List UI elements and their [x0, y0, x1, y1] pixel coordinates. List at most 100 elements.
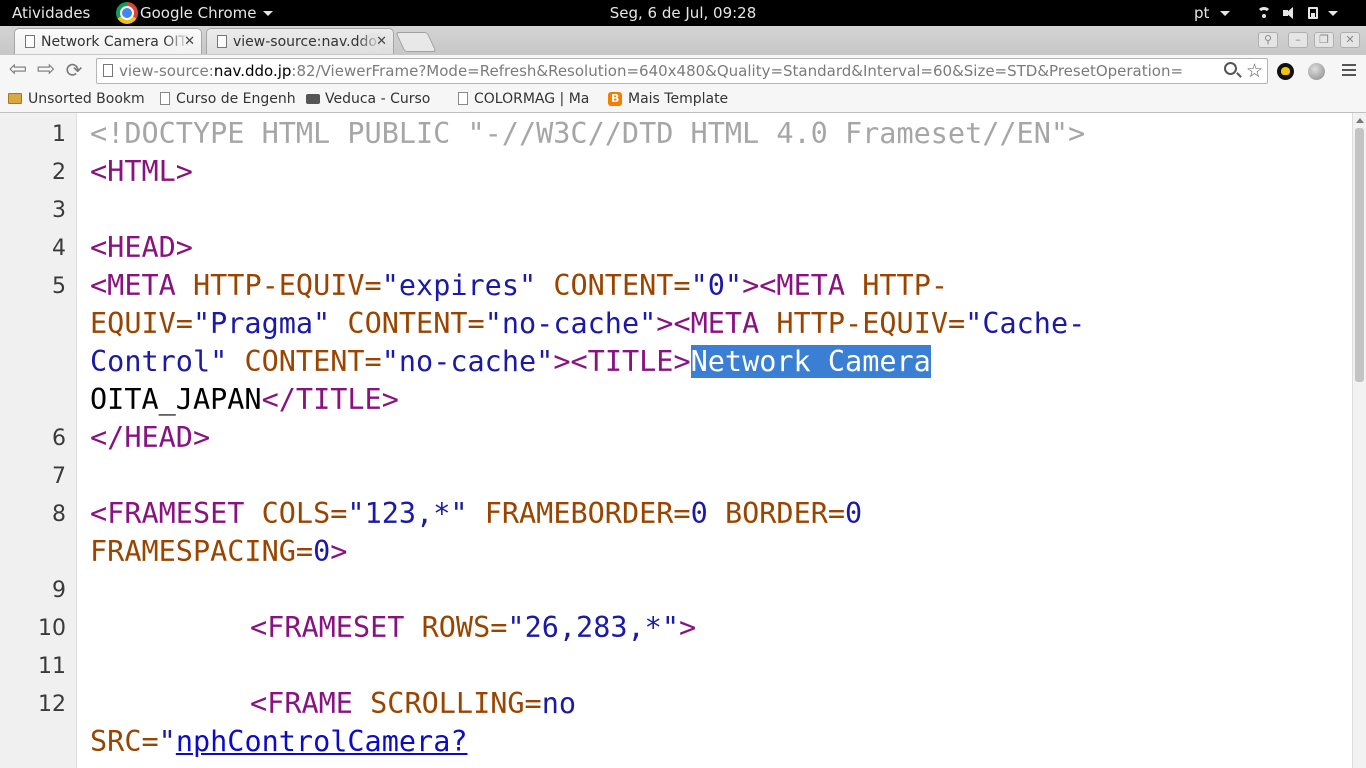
line-number: 8: [52, 502, 66, 527]
source-line: <HEAD>: [90, 229, 193, 267]
line-number-gutter: 1 2 3 4 5 6 7 8 9 10 11 12: [0, 113, 77, 768]
chevron-down-icon: [262, 10, 273, 16]
title-tag: <TITLE>: [570, 345, 691, 378]
forward-button[interactable]: ⇨: [34, 59, 58, 83]
selected-text[interactable]: Network Camera: [690, 345, 931, 378]
profile-icon[interactable]: ⚲: [1258, 32, 1278, 48]
close-tab-icon[interactable]: ✕: [184, 33, 195, 51]
bookmark-label: Unsorted Bookm: [28, 91, 145, 107]
bookmark-veduca[interactable]: Veduca - Curso: [306, 87, 442, 113]
system-tray[interactable]: [1256, 0, 1338, 26]
url-host: nav.ddo.jp: [213, 62, 292, 80]
menu-icon[interactable]: [1342, 64, 1356, 78]
title-text: OITA_JAPAN: [90, 383, 262, 416]
activities-button[interactable]: Atividades: [12, 0, 90, 26]
attr-name: FRAMEBORDER=: [484, 497, 691, 530]
attr-name: COLS=: [261, 497, 348, 530]
attr-value: "no-cache": [381, 345, 554, 378]
close-tab-icon[interactable]: ✕: [376, 33, 387, 51]
source-line-wrap: EQUIV="Pragma" CONTENT="no-cache"><META …: [90, 305, 1085, 343]
chevron-down-icon: [1328, 10, 1338, 16]
attr-value: Control": [90, 345, 228, 378]
doctype: <!DOCTYPE HTML PUBLIC "-//W3C//DTD HTML …: [90, 117, 1086, 150]
bookmark-unsorted[interactable]: Unsorted Bookm: [8, 87, 148, 113]
system-top-bar: Atividades Google Chrome Seg, 6 de Jul, …: [0, 0, 1366, 26]
frameset-tag: <FRAMESET: [90, 497, 245, 530]
address-bar[interactable]: view-source:nav.ddo.jp:82/ViewerFrame?Mo…: [96, 58, 1268, 84]
folder-icon: [8, 93, 22, 104]
source-link[interactable]: nphControlCamera?: [176, 725, 468, 758]
page-icon: [160, 92, 170, 105]
maximize-button[interactable]: ❐: [1314, 32, 1334, 48]
attr-value: "0": [690, 269, 743, 302]
scroll-up-icon[interactable]: [1356, 118, 1364, 123]
bookmark-curso-engenharia[interactable]: Curso de Engenh: [160, 87, 296, 113]
back-button[interactable]: ⇦: [6, 59, 30, 83]
minimize-button[interactable]: –: [1288, 32, 1308, 48]
source-line: <FRAMESET ROWS="26,283,*">: [250, 609, 696, 647]
attr-value: ": [158, 725, 176, 758]
source-line: <FRAME SCROLLING=no: [250, 685, 576, 723]
line-number: 3: [52, 198, 66, 223]
attr-value: "Pragma": [192, 307, 331, 340]
url-path: :82/ViewerFrame?Mode=Refresh&Resolution=…: [291, 62, 1184, 80]
head-close-tag: </HEAD>: [90, 421, 211, 454]
bookmark-label: Veduca - Curso: [325, 91, 431, 107]
tag-close: >: [742, 269, 760, 302]
source-line: <FRAMESET COLS="123,*" FRAMEBORDER=0 BOR…: [90, 495, 862, 533]
title-close-tag: </TITLE>: [261, 383, 399, 416]
attr-value: "26,283,*": [507, 611, 679, 644]
bookmark-label: Mais Template: [628, 91, 729, 107]
app-name: Google Chrome: [140, 4, 257, 22]
source-line-wrap: OITA_JAPAN</TITLE>: [90, 381, 399, 419]
language-indicator[interactable]: pt: [1194, 0, 1231, 26]
star-icon[interactable]: ☆: [1246, 59, 1263, 83]
attr-value: "123,*": [347, 497, 468, 530]
source-line-wrap: FRAMESPACING=0>: [90, 533, 347, 571]
line-number: 1: [52, 122, 66, 147]
reload-button[interactable]: ⟳: [62, 59, 86, 83]
meta-tag: <META: [673, 307, 760, 340]
clock[interactable]: Seg, 6 de Jul, 09:28: [610, 4, 757, 22]
extension-ghost-icon[interactable]: [1277, 63, 1294, 80]
bookmark-mais-template[interactable]: Mais Template: [608, 87, 768, 113]
close-window-button[interactable]: ✕: [1340, 32, 1360, 48]
scrollbar-thumb[interactable]: [1355, 128, 1364, 382]
source-view[interactable]: 1 2 3 4 5 6 7 8 9 10 11 12 <!DOCTYPE HTM…: [0, 113, 1352, 768]
browser-toolbar: ⇦ ⇨ ⟳ view-source:nav.ddo.jp:82/ViewerFr…: [0, 54, 1366, 87]
search-icon[interactable]: [1224, 62, 1237, 75]
html-tag: <HTML>: [90, 155, 193, 188]
attr-name: EQUIV=: [90, 307, 193, 340]
attr-name: HTTP-: [862, 269, 949, 302]
tab-title: view-source:nav.ddo.jp: [233, 33, 381, 51]
attr-name: CONTENT=: [347, 307, 485, 340]
tag-close: >: [656, 307, 674, 340]
attr-value: 0: [845, 497, 863, 530]
new-tab-button[interactable]: [395, 32, 437, 52]
attr-name: ROWS=: [421, 611, 508, 644]
tab-title: Network Camera OITA_JAPAN: [41, 33, 189, 51]
tag-close: >: [553, 345, 571, 378]
tab-view-source[interactable]: view-source:nav.ddo.jp ✕: [206, 28, 394, 54]
volume-icon: [1282, 6, 1298, 20]
bookmark-colormag[interactable]: COLORMAG | Ma: [458, 87, 598, 113]
tag-close: >: [330, 535, 348, 568]
tag-close: >: [679, 611, 697, 644]
attr-name: CONTENT=: [244, 345, 382, 378]
attr-name: FRAMESPACING=: [90, 535, 314, 568]
source-line: </HEAD>: [90, 419, 210, 457]
bookmark-label: Curso de Engenh: [176, 91, 296, 107]
app-menu[interactable]: Google Chrome: [116, 0, 273, 26]
chevron-down-icon: [1220, 11, 1231, 16]
source-line-wrap: Control" CONTENT="no-cache"><TITLE>Netwo…: [90, 343, 931, 381]
page-info-icon[interactable]: [103, 64, 113, 77]
vertical-scrollbar[interactable]: [1352, 113, 1366, 768]
attr-name: CONTENT=: [553, 269, 691, 302]
extension-globe-icon[interactable]: [1308, 63, 1325, 80]
line-number: 10: [38, 616, 66, 641]
tab-network-camera[interactable]: Network Camera OITA_JAPAN ✕: [14, 28, 202, 54]
url-text[interactable]: view-source:nav.ddo.jp:82/ViewerFrame?Mo…: [119, 59, 1219, 83]
source-line: <HTML>: [90, 153, 193, 191]
attr-value: "expires": [381, 269, 537, 302]
line-number: 11: [38, 654, 66, 679]
